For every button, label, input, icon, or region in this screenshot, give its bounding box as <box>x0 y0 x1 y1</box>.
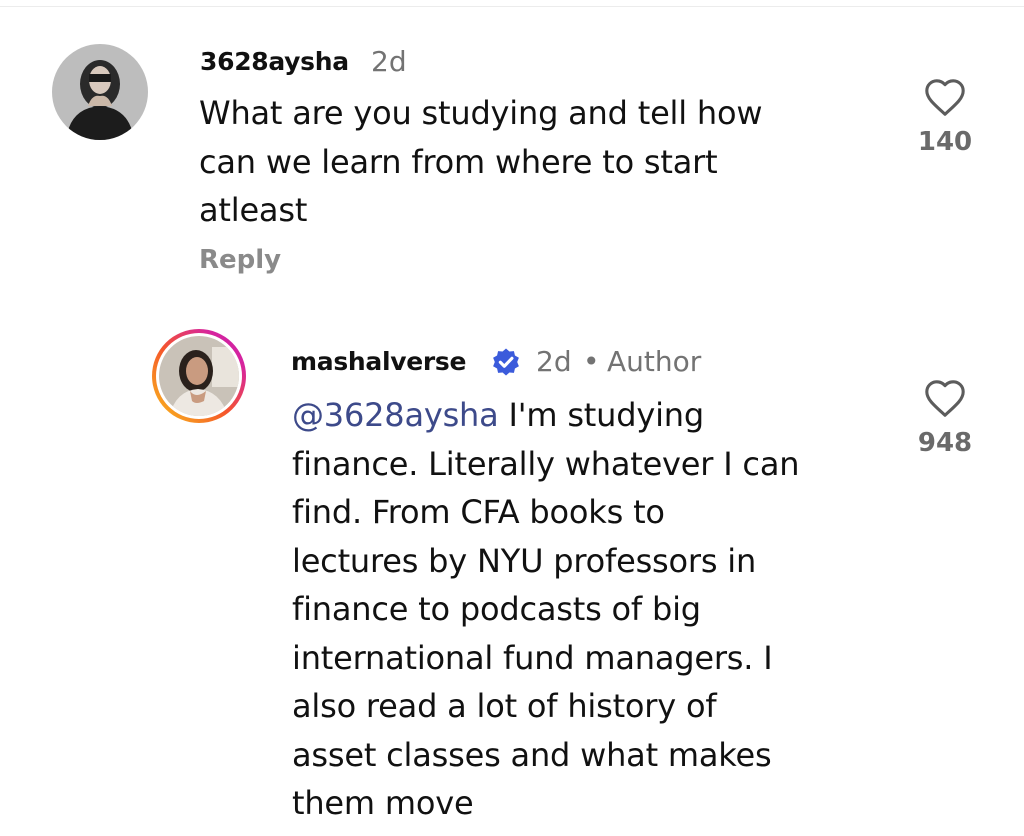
like-button[interactable]: 140 <box>905 77 985 157</box>
comment-timestamp: 2d <box>536 345 572 378</box>
comment-line: also read a lot of history of <box>292 687 717 725</box>
profile-photo-icon <box>52 44 148 140</box>
comment-line: atleast <box>199 191 308 229</box>
mention-link[interactable]: @3628aysha <box>292 396 499 434</box>
comment-username[interactable]: 3628aysha <box>200 47 349 76</box>
comment-line-text: I'm studying <box>498 396 705 434</box>
top-divider <box>0 0 1024 7</box>
comment-line: international fund managers. I <box>292 638 773 677</box>
meta-separator: • <box>583 345 600 378</box>
comment-text: What are you studying and tell how can w… <box>199 89 763 235</box>
comment-timestamp: 2d <box>371 45 407 78</box>
verified-badge-icon <box>493 348 519 376</box>
like-count: 948 <box>917 428 973 458</box>
comment-text: @3628aysha I'm studying finance. Literal… <box>292 391 800 828</box>
like-button[interactable]: 948 <box>905 378 985 458</box>
comment-line: find. From CFA books to <box>292 493 665 531</box>
comment-line: asset classes and what makes <box>292 735 772 774</box>
comment-username[interactable]: mashalverse <box>291 347 466 376</box>
comment-line: finance. Literally whatever I can <box>292 444 800 483</box>
like-count: 140 <box>917 127 973 157</box>
comment-line: finance to podcasts of big <box>292 590 701 628</box>
heart-icon <box>925 380 965 417</box>
heart-icon <box>925 79 965 116</box>
author-label: Author <box>607 345 702 378</box>
comment-line: them move <box>292 784 474 822</box>
avatar[interactable] <box>150 327 248 425</box>
comment-line: What are you studying and tell how <box>199 94 763 132</box>
story-ring-avatar-icon <box>152 329 246 423</box>
comment-line: @3628aysha I'm studying <box>292 391 799 440</box>
comment-line: can we learn from where to start <box>199 142 718 181</box>
avatar[interactable] <box>52 44 148 140</box>
comment-line: lectures by NYU professors in <box>292 541 757 580</box>
reply-button[interactable]: Reply <box>199 245 281 275</box>
